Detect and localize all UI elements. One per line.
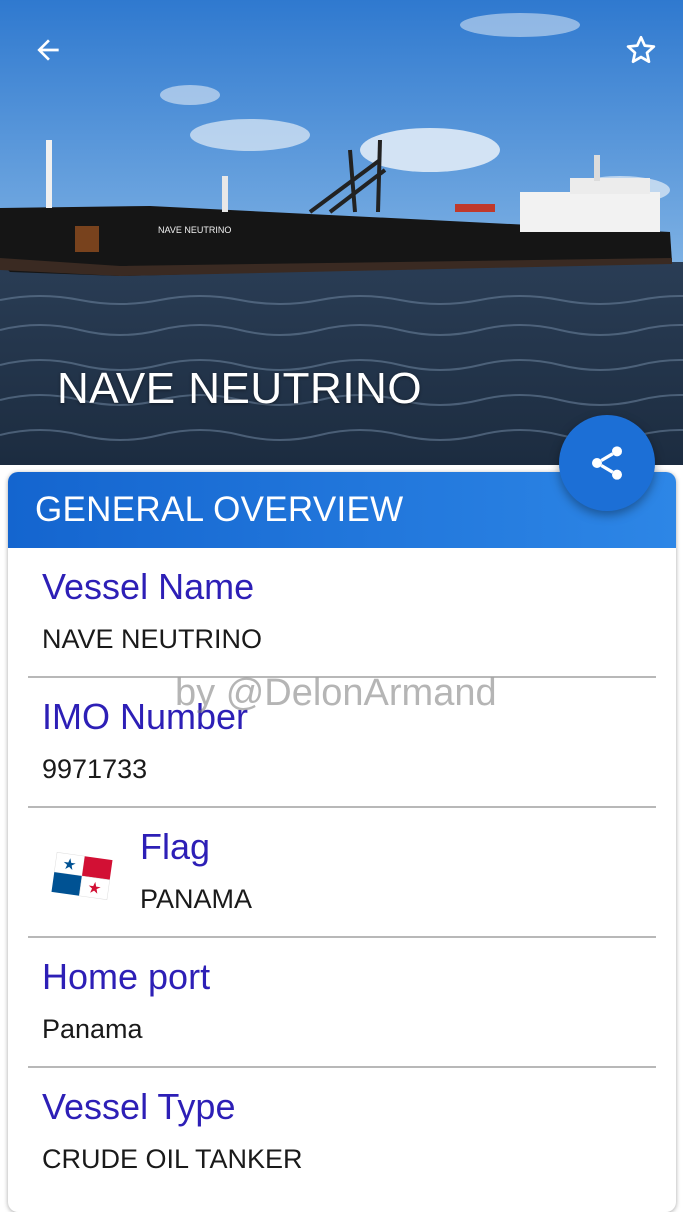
imo-number-label: IMO Number (42, 696, 249, 737)
vessel-name-value: NAVE NEUTRINO (42, 624, 263, 654)
share-icon (592, 446, 622, 480)
home-port-value: Panama (42, 1014, 143, 1044)
star-outline-icon (626, 35, 656, 64)
imo-number-value: 9971733 (42, 754, 148, 784)
arrow-left-icon (37, 39, 59, 61)
vessel-title: NAVE NEUTRINO (57, 364, 423, 413)
flag-value: PANAMA (140, 884, 253, 914)
vessel-name-label: Vessel Name (42, 566, 255, 607)
vessel-type-value: CRUDE OIL TANKER (42, 1144, 303, 1174)
back-button[interactable] (26, 28, 70, 72)
vessel-photo-header: NAVE NEUTRINO NAVE NEUTRINO (0, 0, 683, 465)
general-overview-card: GENERAL OVERVIEW Vessel Name NAVE NEUTRI… (8, 472, 676, 1212)
hull-name-text: NAVE NEUTRINO (158, 225, 231, 235)
flag-label: Flag (140, 826, 211, 867)
home-port-label: Home port (42, 956, 211, 997)
vessel-type-label: Vessel Type (42, 1086, 236, 1127)
vessel-type-row: Vessel Type CRUDE OIL TANKER (28, 1068, 656, 1198)
share-button[interactable] (559, 415, 655, 511)
panama-flag-icon (51, 852, 113, 900)
imo-number-row: IMO Number 9971733 (28, 678, 656, 808)
vessel-name-row: Vessel Name NAVE NEUTRINO (28, 548, 656, 678)
favorite-button[interactable] (619, 28, 663, 72)
home-port-row: Home port Panama (28, 938, 656, 1068)
flag-row: Flag PANAMA (28, 808, 656, 938)
